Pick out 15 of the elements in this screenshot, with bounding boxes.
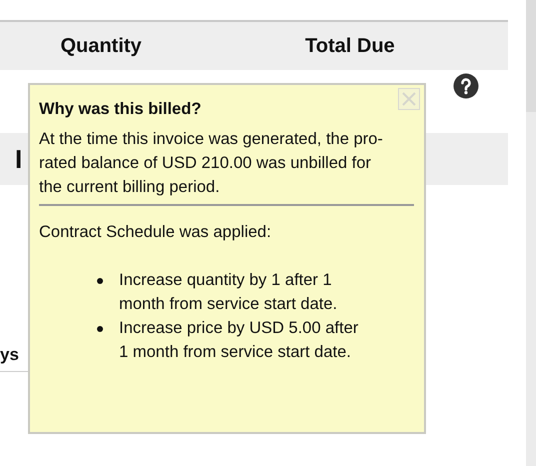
close-icon xyxy=(401,91,417,107)
schedule-item: Increase price by USD 5.00 after 1 month from service start date. xyxy=(119,318,360,363)
column-header: ys xyxy=(0,345,19,366)
close-button[interactable] xyxy=(398,88,420,110)
schedule-title: Contract Schedule was applied: xyxy=(39,222,272,243)
column-header: Total Due xyxy=(304,34,396,58)
row-heading: I xyxy=(15,144,22,174)
bullet-icon xyxy=(97,278,103,284)
bullet-icon xyxy=(97,326,103,332)
help-icon[interactable] xyxy=(453,73,479,99)
schedule-item: Increase quantity by 1 after 1 month from service start date. xyxy=(119,270,338,315)
scrollbar-thumb[interactable] xyxy=(526,0,536,112)
popup-title: Why was this billed? xyxy=(39,99,202,120)
popup-message: At the time this invoice was generated, the pro-rated balance of USD 210.00 was unbilled for the current billing period. xyxy=(39,129,384,198)
column-header: Quantity xyxy=(59,34,143,58)
